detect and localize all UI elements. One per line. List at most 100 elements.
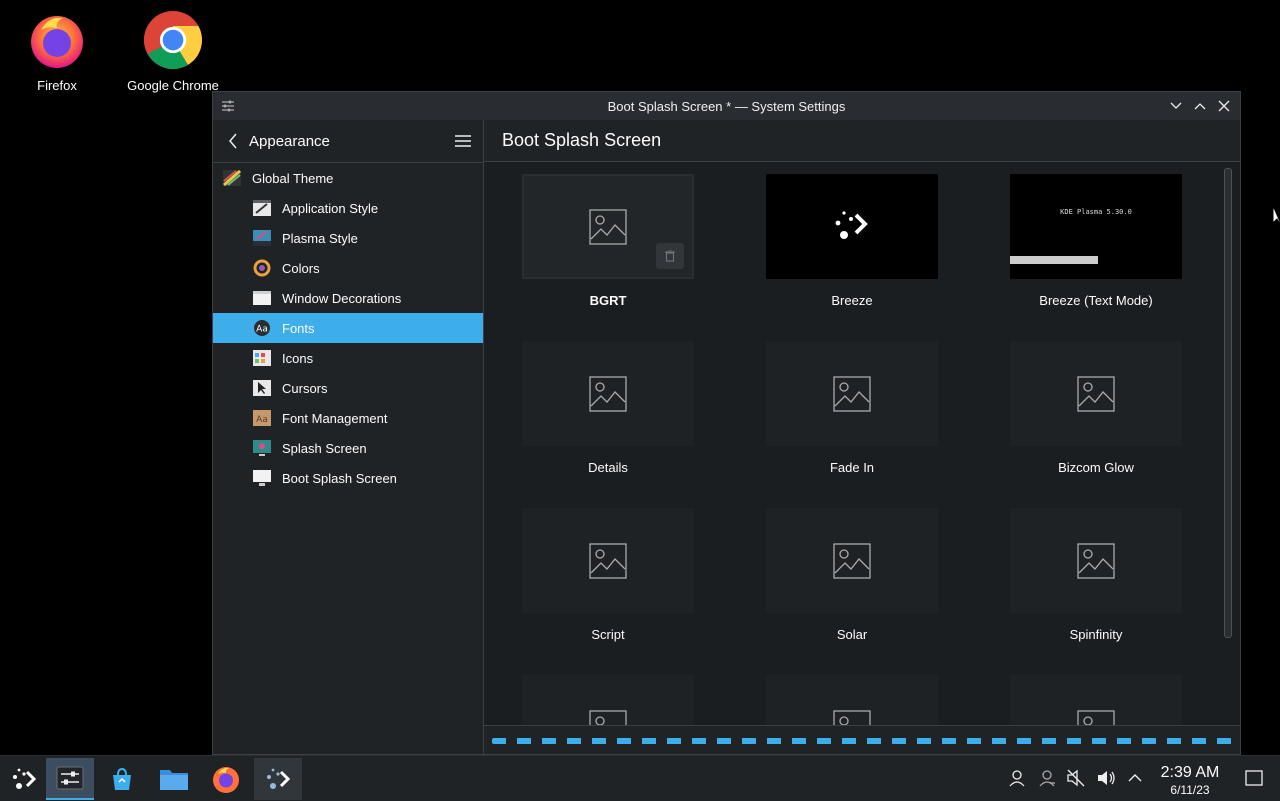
splash-screen-icon: [252, 439, 272, 457]
theme-thumbnail: KDE Plasma 5.30.0: [1010, 174, 1182, 279]
volume-icon[interactable]: [1095, 767, 1117, 789]
hamburger-menu-icon[interactable]: [453, 131, 473, 151]
theme-tile-partial[interactable]: [520, 675, 696, 727]
sidebar-item-label: Icons: [282, 350, 314, 366]
clock-time: 2:39 AM: [1160, 764, 1220, 781]
icons-icon: [252, 349, 272, 367]
user-switch-icon[interactable]: [1036, 767, 1058, 789]
theme-tile-bizcom-glow[interactable]: Bizcom Glow: [1008, 341, 1184, 475]
theme-tile-bgrt[interactable]: BGRT: [520, 174, 696, 308]
boot-splash-screen-icon: [252, 469, 272, 487]
sidebar-item-window-decorations[interactable]: Window Decorations: [213, 283, 483, 313]
theme-tile-solar[interactable]: Solar: [764, 508, 940, 642]
theme-label: BGRT: [589, 293, 627, 308]
sidebar-item-splash-screen[interactable]: Splash Screen: [213, 433, 483, 463]
theme-label: Fade In: [829, 460, 875, 475]
sidebar-item-label: Plasma Style: [282, 230, 358, 246]
theme-thumbnail: [522, 675, 694, 727]
theme-thumbnail: [1010, 675, 1182, 727]
maximize-button[interactable]: [1190, 96, 1210, 116]
theme-grid: BGRT Breeze KDE Plasma 5.30.0 Breeze (Te…: [484, 162, 1220, 727]
taskbar-system-settings[interactable]: [46, 758, 94, 800]
image-placeholder-icon: [589, 375, 627, 412]
close-button[interactable]: [1214, 96, 1234, 116]
sidebar-header: Appearance: [213, 120, 483, 163]
sidebar-item-label: Global Theme: [252, 170, 334, 186]
sidebar-item-label: Application Style: [282, 200, 379, 216]
theme-thumbnail: [766, 341, 938, 446]
sidebar-item-icons[interactable]: Icons: [213, 343, 483, 373]
taskbar: 2:39 AM 6/11/23: [0, 755, 1280, 801]
steamdeck-logo-icon: [267, 768, 291, 789]
back-arrow-icon[interactable]: [217, 120, 249, 162]
desktop-icon-label: Firefox: [37, 78, 77, 93]
window-titlebar[interactable]: Boot Splash Screen * — System Settings: [213, 92, 1240, 120]
sidebar-item-fonts[interactable]: Aa Fonts: [213, 313, 483, 343]
taskbar-file-manager[interactable]: [150, 758, 198, 800]
vertical-scrollbar[interactable]: [1224, 168, 1232, 638]
speaker-muted-icon[interactable]: [1065, 767, 1087, 789]
theme-tile-fade-in[interactable]: Fade In: [764, 341, 940, 475]
plasma-style-icon: [252, 229, 272, 247]
window-menu-icon[interactable]: [220, 98, 236, 114]
system-tray-expand-icon[interactable]: [1124, 767, 1146, 789]
taskbar-discover[interactable]: [98, 758, 146, 800]
discover-store-icon: [113, 767, 131, 790]
minimize-button[interactable]: [1166, 96, 1186, 116]
clock-date: 6/11/23: [1170, 783, 1210, 797]
clock[interactable]: 2:39 AM 6/11/23: [1150, 764, 1230, 797]
theme-tile-spinfinity[interactable]: Spinfinity: [1008, 508, 1184, 642]
fonts-icon: Aa: [252, 319, 272, 337]
sidebar: Appearance Global Theme Application Styl…: [213, 120, 484, 754]
svg-text:Aa: Aa: [256, 325, 268, 335]
sidebar-item-label: Fonts: [282, 320, 315, 336]
colors-icon: [252, 259, 272, 277]
theme-tile-breeze-text-mode[interactable]: KDE Plasma 5.30.0 Breeze (Text Mode): [1008, 174, 1184, 308]
sidebar-item-colors[interactable]: Colors: [213, 253, 483, 283]
theme-thumbnail: [1010, 341, 1182, 446]
application-launcher-button[interactable]: [0, 758, 48, 800]
image-placeholder-icon: [1077, 375, 1115, 412]
sidebar-item-font-management[interactable]: Aa Font Management: [213, 403, 483, 433]
theme-tile-partial[interactable]: [764, 675, 940, 727]
sidebar-item-cursors[interactable]: Cursors: [213, 373, 483, 403]
sidebar-item-global-theme[interactable]: Global Theme: [213, 163, 483, 193]
sidebar-title: Appearance: [249, 132, 330, 150]
global-theme-icon: [222, 169, 242, 187]
sidebar-item-label: Colors: [282, 260, 320, 276]
taskbar-firefox[interactable]: [202, 758, 250, 800]
image-placeholder-icon: [1077, 542, 1115, 579]
image-placeholder-icon: [833, 542, 871, 579]
steamdeck-launcher-icon: [13, 768, 37, 789]
breeze-logo-icon: [835, 210, 868, 239]
theme-thumbnail: [766, 174, 938, 279]
theme-label: Breeze: [831, 293, 873, 308]
sidebar-item-plasma-style[interactable]: Plasma Style: [213, 223, 483, 253]
user-icon[interactable]: [1006, 767, 1028, 789]
application-style-icon: [252, 199, 272, 217]
page-title: Boot Splash Screen: [484, 120, 1240, 162]
text-mode-preview-text: KDE Plasma 5.30.0: [1060, 208, 1132, 216]
desktop-icon-chrome[interactable]: Google Chrome: [118, 8, 228, 93]
theme-tile-details[interactable]: Details: [520, 341, 696, 475]
footer-bar: [484, 725, 1240, 754]
theme-thumbnail: [522, 508, 694, 613]
theme-tile-script[interactable]: Script: [520, 508, 696, 642]
folder-icon: [160, 770, 188, 790]
theme-tile-breeze[interactable]: Breeze: [764, 174, 940, 308]
image-placeholder-icon: [589, 542, 627, 579]
sidebar-item-label: Cursors: [282, 380, 328, 396]
sidebar-item-application-style[interactable]: Application Style: [213, 193, 483, 223]
firefox-icon: [27, 8, 87, 72]
delete-theme-button[interactable]: [656, 243, 684, 269]
desktop-icon-firefox[interactable]: Firefox: [2, 8, 112, 93]
trash-icon: [665, 250, 675, 262]
taskbar-boot-splash[interactable]: [254, 758, 302, 800]
cursors-icon: [252, 379, 272, 397]
show-desktop-icon[interactable]: [1243, 767, 1265, 789]
image-placeholder-icon: [589, 208, 627, 245]
system-settings-window: Boot Splash Screen * — System Settings A…: [212, 91, 1241, 755]
main-content: Boot Splash Screen BGRT Breeze KDE Plasm…: [484, 120, 1240, 754]
theme-tile-partial[interactable]: [1008, 675, 1184, 727]
sidebar-item-boot-splash-screen[interactable]: Boot Splash Screen: [213, 463, 483, 493]
